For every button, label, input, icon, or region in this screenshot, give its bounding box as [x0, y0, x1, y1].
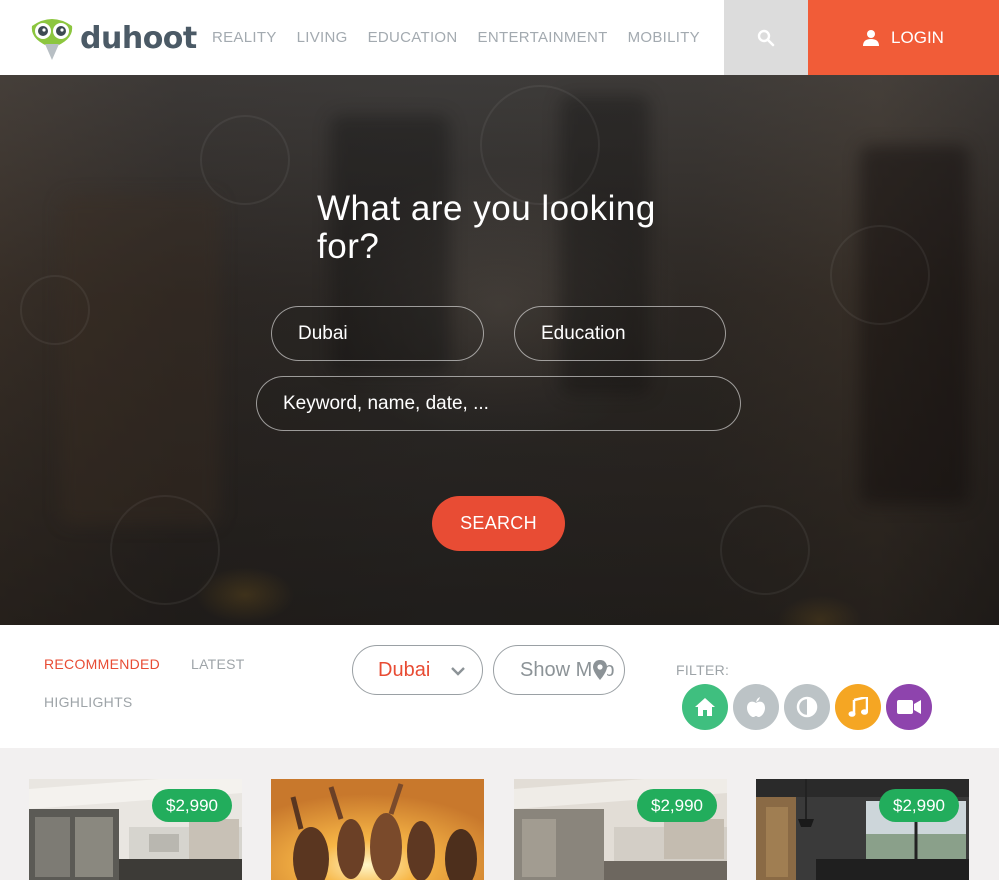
nav-education[interactable]: EDUCATION — [368, 29, 458, 46]
hero-title: What are you looking for? — [317, 189, 656, 266]
filter-education-button[interactable] — [784, 684, 830, 730]
location-value: Dubai — [298, 322, 348, 344]
nav-reality[interactable]: REALITY — [212, 29, 277, 46]
search-button[interactable]: SEARCH — [432, 496, 565, 551]
price-badge: $2,990 — [152, 789, 232, 822]
login-label: LOGIN — [891, 27, 944, 47]
location-field[interactable]: Dubai — [271, 306, 484, 361]
listing-card[interactable] — [271, 779, 484, 880]
keyword-placeholder: Keyword, name, date, ... — [283, 392, 489, 414]
login-button[interactable]: LOGIN — [808, 0, 999, 75]
listing-card[interactable]: $2,990 — [756, 779, 969, 880]
top-header: duhoot REALITY LIVING EDUCATION ENTERTAI… — [0, 0, 999, 75]
hero-banner: What are you looking for? Dubai Educatio… — [0, 75, 999, 625]
filter-label: FILTER: — [676, 662, 730, 678]
duhoot-logo[interactable]: duhoot — [28, 14, 197, 62]
home-icon — [695, 698, 715, 716]
filter-entertainment-button[interactable] — [835, 684, 881, 730]
tab-latest[interactable]: LATEST — [191, 656, 245, 672]
map-pin-icon — [593, 660, 607, 680]
brand-name: duhoot — [80, 20, 197, 56]
nav-mobility[interactable]: MOBILITY — [628, 29, 700, 46]
nav-living[interactable]: LIVING — [297, 29, 348, 46]
listing-card[interactable]: $2,990 — [514, 779, 727, 880]
user-icon — [863, 30, 880, 46]
header-search-button[interactable] — [724, 0, 808, 75]
chevron-down-icon — [451, 667, 465, 676]
listing-card[interactable]: $2,990 — [29, 779, 242, 880]
music-icon — [848, 697, 868, 717]
price-badge: $2,990 — [879, 789, 959, 822]
city-select-value: Dubai — [378, 658, 431, 681]
filter-living-button[interactable] — [733, 684, 779, 730]
video-camera-icon — [897, 700, 921, 714]
owl-logo-icon — [28, 14, 76, 62]
city-select[interactable]: Dubai — [352, 645, 483, 695]
search-button-label: SEARCH — [460, 513, 537, 533]
show-map-button[interactable]: Show Map — [493, 645, 625, 695]
category-value: Education — [541, 322, 626, 344]
tab-recommended[interactable]: RECOMMENDED — [44, 656, 160, 672]
keyword-input[interactable]: Keyword, name, date, ... — [256, 376, 741, 431]
contrast-icon — [796, 696, 818, 718]
filter-mobility-button[interactable] — [886, 684, 932, 730]
listing-filter-bar: RECOMMENDED LATEST HIGHLIGHTS Dubai Show… — [0, 625, 999, 748]
price-badge: $2,990 — [637, 789, 717, 822]
main-nav: REALITY LIVING EDUCATION ENTERTAINMENT M… — [212, 0, 720, 75]
category-field[interactable]: Education — [514, 306, 726, 361]
nav-entertainment[interactable]: ENTERTAINMENT — [478, 29, 608, 46]
search-icon — [757, 29, 775, 46]
filter-reality-button[interactable] — [682, 684, 728, 730]
tab-highlights[interactable]: HIGHLIGHTS — [44, 694, 133, 710]
apple-icon — [747, 697, 765, 717]
party-photo — [271, 779, 484, 880]
